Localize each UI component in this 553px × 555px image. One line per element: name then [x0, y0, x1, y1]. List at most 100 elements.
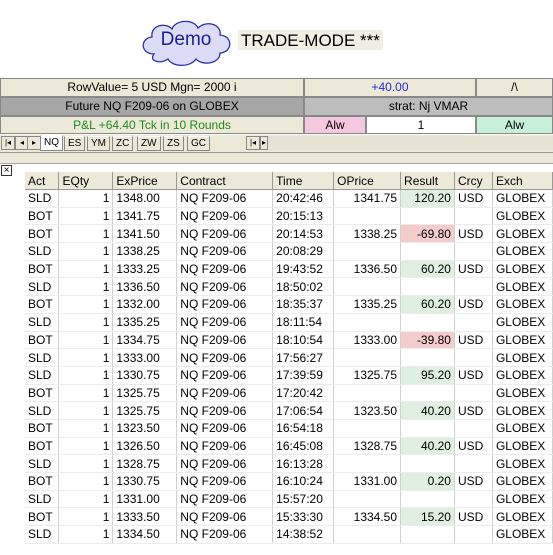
- cell-crcy: USD: [454, 224, 493, 244]
- table-row[interactable]: SLD 1 1348.00 NQ F209-06 20:42:46 1341.75 120.…: [25, 189, 553, 208]
- cell-exprice: 1325.75: [112, 384, 178, 403]
- cell-contract: NQ F209-06: [176, 472, 274, 491]
- cell-time: 17:56:27: [272, 348, 335, 367]
- table-row[interactable]: BOT 1 1323.50 NQ F209-06 16:54:18 GLOBEX: [25, 419, 553, 438]
- table-row[interactable]: SLD 1 1338.25 NQ F209-06 20:08:29 GLOBEX: [25, 242, 553, 261]
- table-row[interactable]: SLD 1 1330.75 NQ F209-06 17:39:59 1325.75 95.2…: [25, 366, 553, 385]
- cell-oprice: 1335.25: [333, 295, 402, 314]
- cell-exprice: 1338.25: [112, 242, 178, 261]
- tab-zw[interactable]: ZW: [137, 136, 161, 151]
- cell-act: SLD: [25, 277, 60, 297]
- cell-time: 20:08:29: [272, 242, 335, 261]
- cell-act: SLD: [25, 401, 60, 420]
- tab-next-icon[interactable]: ▸: [27, 136, 41, 150]
- column-header-exch[interactable]: Exch: [492, 172, 553, 190]
- cell-eqty: 1: [58, 295, 114, 314]
- table-row[interactable]: BOT 1 1333.25 NQ F209-06 19:43:52 1336.50 60.2…: [25, 260, 553, 279]
- cell-contract: NQ F209-06: [176, 224, 274, 244]
- cell-exch: GLOBEX: [492, 419, 553, 438]
- column-header-time[interactable]: Time: [272, 172, 335, 190]
- cell-result: 40.20: [400, 437, 455, 456]
- table-row[interactable]: SLD 1 1331.00 NQ F209-06 15:57:20 GLOBEX: [25, 490, 553, 509]
- row-value-field: RowValue= 5 USD Mgn= 2000 i: [0, 78, 304, 97]
- tab-zs[interactable]: ZS: [163, 136, 184, 151]
- table-row[interactable]: BOT 1 1333.50 NQ F209-06 15:33:30 1334.50 15.2…: [25, 507, 553, 527]
- table-row[interactable]: SLD 1 1328.75 NQ F209-06 16:13:28 GLOBEX: [25, 454, 553, 473]
- column-header-exprice[interactable]: ExPrice: [112, 172, 178, 190]
- tab-zc[interactable]: ZC: [112, 136, 134, 151]
- table-row[interactable]: SLD 1 1333.00 NQ F209-06 17:56:27 GLOBEX: [25, 348, 553, 367]
- tab-ym[interactable]: YM: [87, 136, 110, 151]
- cell-exprice: 1331.00: [112, 490, 178, 509]
- cell-eqty: 1: [58, 525, 114, 544]
- table-row[interactable]: SLD 1 1325.75 NQ F209-06 17:06:54 1323.50 40.2…: [25, 401, 553, 420]
- cell-eqty: 1: [58, 207, 114, 226]
- cell-exprice: 1341.50: [112, 224, 178, 244]
- cell-exch: GLOBEX: [492, 260, 553, 279]
- cell-act: BOT: [25, 384, 60, 403]
- cell-oprice: [333, 490, 402, 509]
- column-header-eqty[interactable]: EQty: [58, 172, 114, 190]
- splitter-bar[interactable]: [0, 153, 553, 164]
- cell-result: [400, 207, 455, 226]
- cell-result: 0.20: [400, 472, 455, 491]
- close-icon[interactable]: ×: [1, 165, 12, 176]
- table-row[interactable]: BOT 1 1334.75 NQ F209-06 18:10:54 1333.00 -39.…: [25, 331, 553, 350]
- cell-eqty: 1: [58, 242, 114, 261]
- table-row[interactable]: SLD 1 1334.50 NQ F209-06 14:38:52 GLOBEX: [25, 525, 553, 544]
- cell-result: 40.20: [400, 401, 455, 420]
- scroll-left-icon[interactable]: |◂: [246, 136, 260, 150]
- cell-contract: NQ F209-06: [176, 295, 274, 314]
- quantity-field[interactable]: 1: [366, 116, 476, 134]
- column-header-act[interactable]: Act: [25, 172, 60, 190]
- tab-es[interactable]: ES: [64, 136, 86, 151]
- caret-button[interactable]: /\: [476, 78, 553, 97]
- cell-time: 16:10:24: [272, 472, 335, 491]
- column-header-crcy[interactable]: Crcy: [454, 172, 493, 190]
- column-header-contract[interactable]: Contract: [176, 172, 274, 190]
- cell-exprice: 1326.50: [112, 437, 178, 456]
- cell-exprice: 1330.75: [112, 366, 178, 385]
- cell-contract: NQ F209-06: [176, 384, 274, 403]
- cell-eqty: 1: [58, 331, 114, 350]
- cell-contract: NQ F209-06: [176, 260, 274, 279]
- cell-act: BOT: [25, 437, 60, 456]
- cell-result: [400, 384, 455, 403]
- cell-eqty: 1: [58, 189, 114, 208]
- tab-scrollbar-track[interactable]: [268, 136, 553, 150]
- cell-exprice: 1336.50: [112, 277, 178, 297]
- cell-crcy: USD: [454, 401, 493, 420]
- tab-nq[interactable]: NQ: [40, 135, 63, 151]
- scroll-right-icon[interactable]: ▸: [260, 136, 268, 150]
- column-header-result[interactable]: Result: [400, 172, 455, 190]
- tab-first-icon[interactable]: |◂: [1, 136, 15, 150]
- cell-eqty: 1: [58, 348, 114, 367]
- table-row[interactable]: SLD 1 1335.25 NQ F209-06 18:11:54 GLOBEX: [25, 313, 553, 332]
- table-row[interactable]: BOT 1 1332.00 NQ F209-06 18:35:37 1335.25 60.2…: [25, 295, 553, 314]
- cell-result: -69.80: [400, 224, 455, 244]
- cell-contract: NQ F209-06: [176, 419, 274, 438]
- info-panel: RowValue= 5 USD Mgn= 2000 i +40.00 /\ Fu…: [0, 78, 553, 134]
- cell-oprice: [333, 384, 402, 403]
- cell-time: 17:20:42: [272, 384, 335, 403]
- table-row[interactable]: BOT 1 1326.50 NQ F209-06 16:45:08 1328.75 40.2…: [25, 437, 553, 456]
- cell-result: [400, 525, 455, 544]
- cell-result: 60.20: [400, 260, 455, 279]
- table-row[interactable]: BOT 1 1325.75 NQ F209-06 17:20:42 GLOBEX: [25, 384, 553, 403]
- table-row[interactable]: BOT 1 1341.50 NQ F209-06 20:14:53 1338.25 -69.…: [25, 224, 553, 244]
- alw-right-button[interactable]: Alw: [476, 116, 553, 134]
- table-row[interactable]: BOT 1 1330.75 NQ F209-06 16:10:24 1331.00 0.20…: [25, 472, 553, 491]
- alw-left-button[interactable]: Alw: [304, 116, 366, 134]
- cell-exch: GLOBEX: [492, 295, 553, 314]
- cell-exprice: 1328.75: [112, 454, 178, 473]
- table-row[interactable]: SLD 1 1336.50 NQ F209-06 18:50:02 GLOBEX: [25, 277, 553, 297]
- column-header-oprice[interactable]: OPrice: [333, 172, 402, 190]
- cell-oprice: 1325.75: [333, 366, 402, 385]
- cell-time: 15:33:30: [272, 507, 335, 527]
- cell-result: [400, 277, 455, 297]
- table-row[interactable]: BOT 1 1341.75 NQ F209-06 20:15:13 GLOBEX: [25, 207, 553, 226]
- tab-gc[interactable]: GC: [187, 136, 210, 151]
- cell-result: 15.20: [400, 507, 455, 527]
- cell-time: 17:39:59: [272, 366, 335, 385]
- cell-time: 18:50:02: [272, 277, 335, 297]
